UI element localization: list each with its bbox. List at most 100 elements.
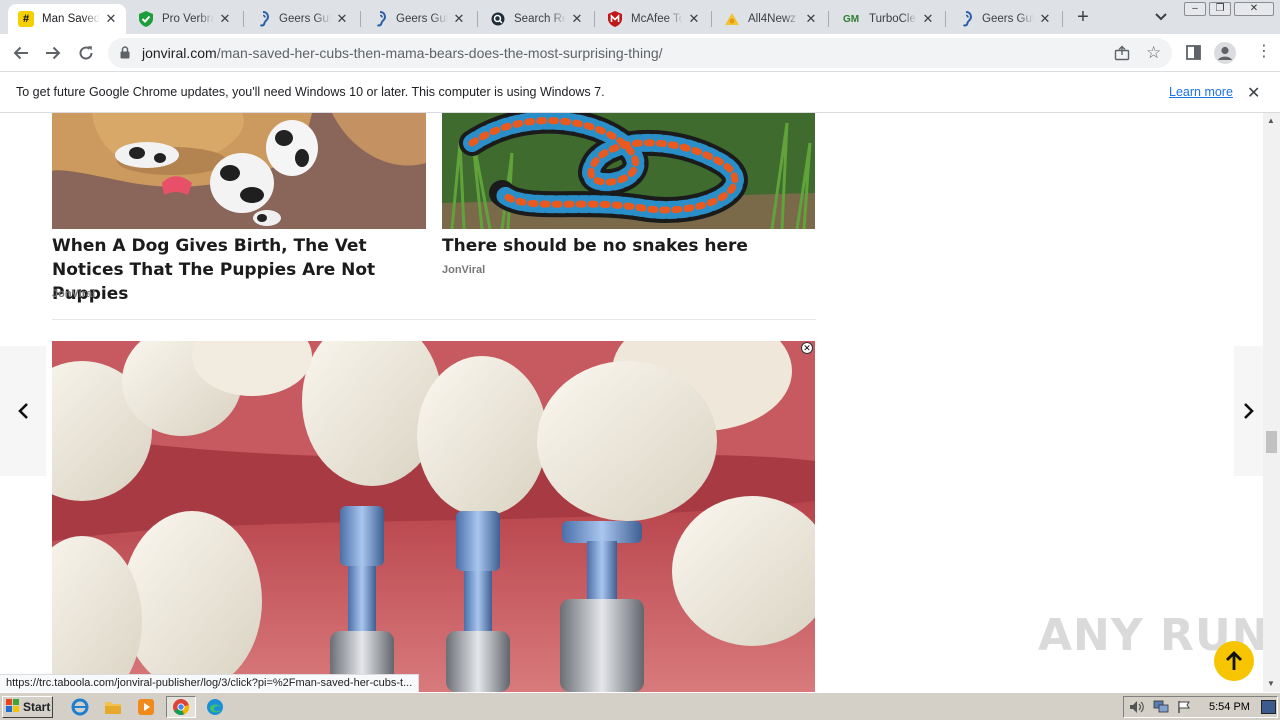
close-tab-icon[interactable]: ✕ (452, 11, 466, 27)
mcafee-icon (607, 11, 623, 27)
url-domain: jonviral.com (142, 45, 217, 61)
address-bar[interactable]: jonviral.com/man-saved-her-cubs-then-mam… (108, 38, 1172, 68)
close-tab-icon[interactable]: ✕ (687, 11, 701, 27)
share-icon[interactable] (1114, 45, 1130, 64)
card-title-snake[interactable]: There should be no snakes here (442, 234, 815, 258)
file-explorer-icon[interactable] (103, 697, 123, 717)
tab-pro-verbrauch[interactable]: Pro Verbrauch ✕ (128, 4, 240, 34)
internet-explorer-icon[interactable] (70, 697, 90, 717)
card-title-dog[interactable]: When A Dog Gives Birth, The Vet Notices … (52, 234, 426, 306)
close-tab-icon[interactable]: ✕ (1038, 11, 1052, 27)
close-tab-icon[interactable]: ✕ (921, 11, 935, 27)
snake-image[interactable] (442, 113, 815, 229)
tab-title: TurboClean (869, 13, 917, 25)
tab-man-saved[interactable]: # Man Saved Her Cubs Then Mama Bears ✕ (8, 4, 126, 34)
infobar-message: To get future Google Chrome updates, you… (16, 85, 605, 99)
media-player-icon[interactable] (136, 697, 156, 717)
learn-more-link[interactable]: Learn more (1169, 85, 1233, 99)
scroll-down-arrow-icon[interactable]: ▼ (1267, 679, 1275, 688)
divider (52, 319, 816, 320)
tab-title: McAfee Total Protection (631, 13, 683, 25)
edge-icon[interactable] (205, 697, 225, 717)
tab-separator (828, 11, 829, 27)
tab-turboclean[interactable]: GM TurboClean ✕ (831, 4, 943, 34)
tab-separator (360, 11, 361, 27)
browser-toolbar: jonviral.com/man-saved-her-cubs-then-mam… (0, 34, 1280, 71)
tab-mcafee[interactable]: McAfee Total Protection ✕ (597, 4, 709, 34)
search-results-icon (490, 11, 506, 27)
tab-title: Search Results (514, 13, 566, 25)
page-content: When A Dog Gives Birth, The Vet Notices … (0, 113, 1280, 692)
tab-geers-3[interactable]: Geers Gutes Hören ✕ (948, 4, 1060, 34)
gm-icon: GM (842, 13, 860, 25)
ear-icon (958, 11, 974, 27)
start-button[interactable]: Start (2, 696, 53, 718)
ad-close-icon[interactable]: ✕ (801, 342, 813, 354)
close-tab-icon[interactable]: ✕ (218, 11, 232, 27)
profile-avatar-icon[interactable] (1214, 42, 1236, 67)
start-label: Start (23, 700, 51, 714)
shield-check-icon (138, 11, 154, 27)
show-desktop-button[interactable] (1261, 700, 1276, 714)
sun-icon (724, 11, 740, 27)
close-tab-icon[interactable]: ✕ (335, 11, 349, 27)
page-scrollbar[interactable]: ▲ ▼ (1263, 113, 1280, 692)
tab-separator (243, 11, 244, 27)
back-arrow-icon[interactable] (9, 41, 33, 65)
dental-implant-ad-image[interactable] (52, 341, 815, 692)
tab-title: Geers Gutes Hören (279, 13, 331, 25)
scroll-up-arrow-icon[interactable]: ▲ (1267, 116, 1275, 125)
system-tray: 5:54 PM (1123, 696, 1278, 718)
new-tab-icon[interactable]: + (1072, 7, 1094, 29)
windows-taskbar: Start 5:54 PM (0, 692, 1280, 720)
hashtag-icon: # (18, 11, 34, 27)
close-icon[interactable]: ✕ (1247, 83, 1260, 103)
windows-logo-icon (6, 699, 20, 715)
tab-title: Geers Gutes Hören (396, 13, 448, 25)
update-infobar: To get future Google Chrome updates, you… (0, 71, 1280, 113)
reload-icon[interactable] (74, 41, 98, 65)
tab-title: Pro Verbrauch (162, 13, 214, 25)
more-menu-icon[interactable]: ⋮ (1256, 44, 1272, 60)
url-path: /man-saved-her-cubs-then-mama-bears-does… (216, 45, 663, 61)
ear-icon (372, 11, 388, 27)
taskbar-clock[interactable]: 5:54 PM (1209, 701, 1250, 713)
tab-geers-1[interactable]: Geers Gutes Hören ✕ (245, 4, 357, 34)
card-source-snake[interactable]: JonViral (442, 264, 485, 276)
carousel-prev-button[interactable] (0, 346, 46, 476)
forward-arrow-icon[interactable] (41, 41, 65, 65)
url-text[interactable]: jonviral.com/man-saved-her-cubs-then-mam… (142, 45, 663, 61)
tab-separator (945, 11, 946, 27)
close-tab-icon[interactable]: ✕ (104, 11, 118, 27)
link-status-bubble: https://trc.taboola.com/jonviral-publish… (0, 674, 420, 692)
tab-separator (1062, 11, 1063, 27)
scroll-to-top-button[interactable] (1214, 641, 1254, 681)
lock-icon[interactable] (120, 46, 130, 62)
card-source-dog[interactable]: JonViral (52, 288, 95, 300)
tab-title: All4Newz (748, 13, 796, 25)
tab-all4newz[interactable]: All4Newz ✕ (714, 4, 826, 34)
close-window-button[interactable]: ✕ (1234, 2, 1274, 16)
close-tab-icon[interactable]: ✕ (570, 11, 584, 27)
scrollbar-thumb[interactable] (1266, 431, 1277, 453)
restore-window-button[interactable]: ❐ (1209, 2, 1231, 16)
dog-puppies-image[interactable] (52, 113, 426, 229)
network-icon[interactable] (1153, 700, 1169, 717)
volume-icon[interactable] (1129, 700, 1145, 717)
bookmark-star-icon[interactable]: ☆ (1146, 44, 1161, 61)
tab-title: Geers Gutes Hören (982, 13, 1034, 25)
tab-title: Man Saved Her Cubs Then Mama Bears (42, 13, 100, 25)
tab-search-results[interactable]: Search Results ✕ (480, 4, 592, 34)
chrome-taskbar-icon[interactable] (166, 696, 196, 718)
close-tab-icon[interactable]: ✕ (804, 11, 818, 27)
minimize-window-button[interactable]: – (1184, 2, 1206, 16)
tab-strip: # Man Saved Her Cubs Then Mama Bears ✕ P… (0, 0, 1280, 34)
side-panel-icon[interactable] (1186, 45, 1201, 63)
ear-icon (255, 11, 271, 27)
chevron-down-icon[interactable] (1151, 9, 1171, 25)
carousel-next-button[interactable] (1234, 346, 1264, 476)
action-center-flag-icon[interactable] (1177, 700, 1191, 717)
tab-geers-2[interactable]: Geers Gutes Hören ✕ (362, 4, 474, 34)
tab-separator (477, 11, 478, 27)
tab-separator (594, 11, 595, 27)
